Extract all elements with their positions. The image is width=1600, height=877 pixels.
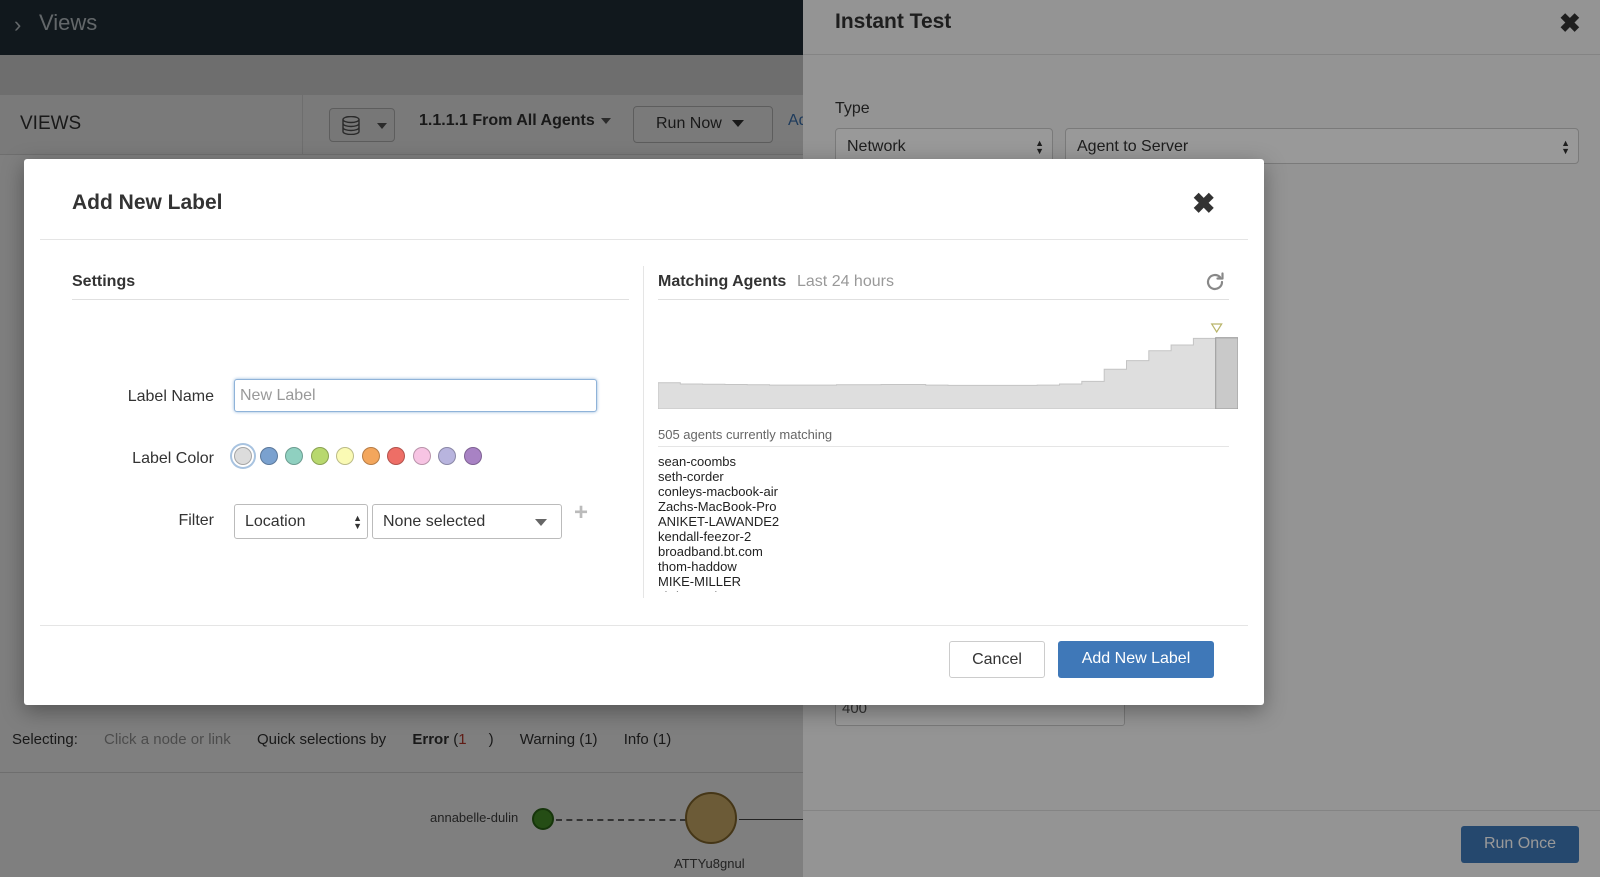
refresh-icon[interactable] xyxy=(1203,270,1227,294)
list-item[interactable]: chris-mackey xyxy=(658,589,1228,592)
color-swatch[interactable] xyxy=(387,447,405,465)
updown-icon: ▲ ▼ xyxy=(353,513,362,531)
color-swatch[interactable] xyxy=(336,447,354,465)
time-marker-icon[interactable] xyxy=(1210,323,1223,334)
settings-heading: Settings xyxy=(72,273,136,290)
add-filter-icon[interactable]: + xyxy=(574,499,588,527)
add-label-modal: Add New Label ✖ Settings Label Name Labe… xyxy=(24,159,1264,705)
histogram-current-bucket[interactable] xyxy=(1215,337,1238,409)
list-item[interactable]: seth-corder xyxy=(658,469,1228,484)
label-color-label: Label Color xyxy=(132,450,214,467)
color-swatch[interactable] xyxy=(259,447,278,465)
list-item[interactable]: MIKE-MILLER xyxy=(658,574,1228,589)
close-icon[interactable]: ✖ xyxy=(1192,187,1215,220)
timeframe: Last 24 hours xyxy=(797,273,894,290)
divider xyxy=(658,299,1229,300)
color-swatch[interactable] xyxy=(412,447,431,465)
color-swatch[interactable] xyxy=(463,447,482,465)
divider xyxy=(40,239,1248,240)
matching-agents-histogram xyxy=(658,323,1238,409)
divider xyxy=(658,446,1229,447)
modal-title: Add New Label xyxy=(72,191,223,214)
caret-down-icon xyxy=(535,519,547,526)
color-swatch[interactable] xyxy=(234,447,252,465)
color-swatch[interactable] xyxy=(310,447,329,465)
label-name-input[interactable] xyxy=(234,379,597,412)
filter-value-select[interactable]: None selected xyxy=(372,504,562,539)
histogram-area xyxy=(658,337,1238,409)
filter-value: None selected xyxy=(383,513,486,530)
color-swatch[interactable] xyxy=(438,447,456,465)
list-item[interactable]: Zachs-MacBook-Pro xyxy=(658,499,1228,514)
color-swatch[interactable] xyxy=(361,447,380,465)
divider xyxy=(40,625,1248,626)
column-divider xyxy=(643,266,644,598)
filter-type-select[interactable]: Location ▲ ▼ xyxy=(234,504,368,539)
list-item[interactable]: thom-haddow xyxy=(658,559,1228,574)
divider xyxy=(72,299,629,300)
list-item[interactable]: broadband.bt.com xyxy=(658,544,1228,559)
add-new-label-button[interactable]: Add New Label xyxy=(1058,641,1214,678)
agent-list[interactable]: sean-coombs seth-corder conleys-macbook-ai… xyxy=(658,454,1228,592)
cancel-button[interactable]: Cancel xyxy=(949,641,1045,678)
filter-type-value: Location xyxy=(245,513,306,530)
list-item[interactable]: conleys-macbook-air xyxy=(658,484,1228,499)
matching-count: 505 agents currently matching xyxy=(658,427,833,442)
color-swatch[interactable] xyxy=(285,447,303,465)
list-item[interactable]: kendall-feezor-2 xyxy=(658,529,1228,544)
list-item[interactable]: sean-coombs xyxy=(658,454,1228,469)
label-name-label: Label Name xyxy=(127,388,214,405)
matching-agents-heading: Matching Agents xyxy=(658,273,787,290)
list-item[interactable]: ANIKET-LAWANDE2 xyxy=(658,514,1228,529)
filter-label: Filter xyxy=(178,512,214,529)
